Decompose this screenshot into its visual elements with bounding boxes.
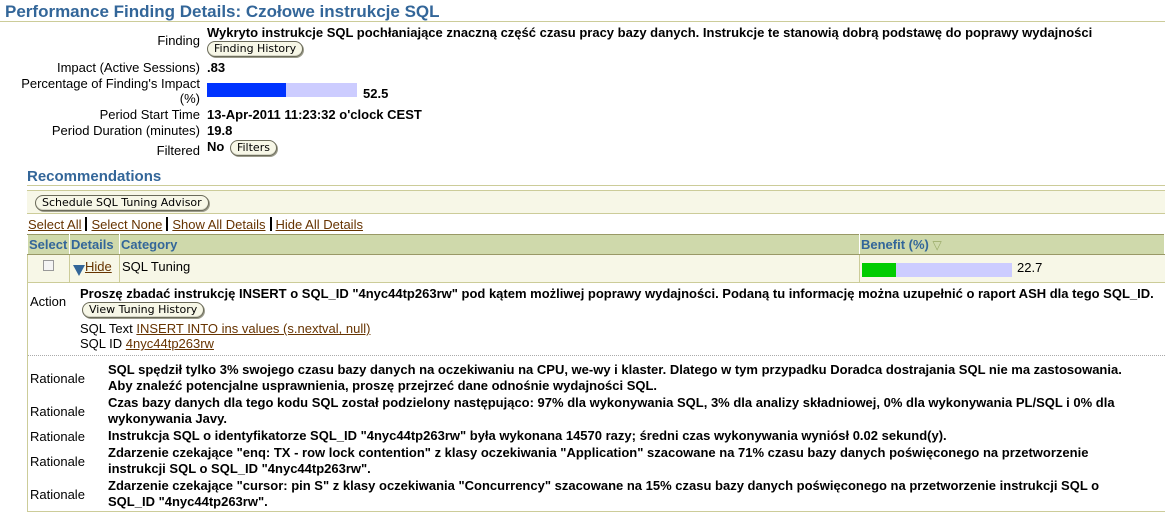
category-cell: SQL Tuning — [119, 254, 860, 282]
action-row: Action Proszę zbadać instrukcję INSERT o… — [28, 283, 1165, 352]
rationale-text: Czas bazy danych dla tego kodu SQL zosta… — [108, 395, 1115, 427]
rationale-row: Rationale Zdarzenie czekające "cursor: pi… — [28, 478, 1165, 510]
recommendations-section: Schedule SQL Tuning Advisor Select All Se… — [27, 190, 1165, 282]
page-title: Performance Finding Details: Czołowe ins… — [0, 0, 1165, 22]
start-time-label: Period Start Time — [99, 107, 200, 123]
sort-descending-icon[interactable]: ▽ — [933, 238, 942, 252]
action-label: Action — [30, 293, 67, 309]
table-header-row: Select Details Category Benefit (%) ▽ — [27, 233, 1165, 255]
impact-value: .83 — [207, 60, 226, 76]
rationale-text: Zdarzenie czekające "enq: TX - row lock … — [108, 445, 1089, 477]
rationale-label: Rationale — [30, 453, 85, 469]
finding-value: Wykryto instrukcje SQL pochłaniające zna… — [207, 25, 1093, 40]
rationale-row: Rationale SQL spędził tylko 3% swojego cz… — [28, 362, 1165, 394]
rationales-list: Rationale SQL spędził tylko 3% swojego cz… — [28, 362, 1165, 510]
filtered-value: No — [207, 139, 225, 155]
finding-row: Finding Wykryto instrukcje SQL pochłania… — [0, 25, 1165, 58]
rationale-row: Rationale Instrukcja SQL o identyfikatorz… — [28, 428, 1165, 444]
sql-id-link[interactable]: 4nyc44tp263rw — [126, 336, 214, 351]
rationale-label: Rationale — [30, 403, 85, 419]
rationale-text: SQL spędził tylko 3% swojego czasu bazy … — [108, 362, 1122, 394]
select-none-link[interactable]: Select None — [91, 217, 162, 232]
rationale-label: Rationale — [30, 370, 85, 386]
column-header-select: Select — [27, 233, 70, 255]
column-header-category[interactable]: Category — [119, 233, 860, 255]
rationale-row: Rationale Czas bazy danych dla tego kodu … — [28, 395, 1165, 427]
percentage-bar — [207, 82, 357, 97]
filters-button[interactable]: Filters — [229, 139, 277, 156]
recommendations-toolbar: Schedule SQL Tuning Advisor — [27, 190, 1165, 214]
percentage-bar-fill — [207, 82, 286, 97]
start-time-row: Period Start Time 13-Apr-2011 11:23:32 o… — [0, 107, 1165, 122]
hide-details-link[interactable]: Hide — [85, 259, 112, 274]
table-row: Hide SQL Tuning 22.7 — [27, 254, 1165, 282]
sql-text-label: SQL Text — [80, 321, 133, 337]
separator — [85, 216, 88, 231]
sql-text-link[interactable]: INSERT INTO ins values (s.nextval, null) — [136, 321, 370, 336]
percentage-label: Percentage of Finding's Impact (%) — [21, 76, 200, 107]
impact-row: Impact (Active Sessions) .83 — [0, 60, 1165, 75]
benefit-header-label: Benefit (%) — [861, 236, 929, 252]
finding-history-button[interactable]: Finding History — [207, 41, 304, 58]
rationale-text: Zdarzenie czekające "cursor: pin S" z kl… — [108, 478, 1100, 510]
schedule-sql-tuning-advisor-button[interactable]: Schedule SQL Tuning Advisor — [35, 194, 209, 211]
select-all-link[interactable]: Select All — [28, 217, 81, 232]
duration-value: 19.8 — [207, 123, 233, 139]
rationale-text: Instrukcja SQL o identyfikatorze SQL_ID … — [108, 428, 947, 444]
sql-id-label: SQL ID — [80, 336, 123, 352]
percentage-value: 52.5 — [363, 86, 389, 102]
divider — [28, 355, 1165, 357]
selection-links: Select All Select None Show All Details Hid… — [27, 214, 1165, 234]
show-all-details-link[interactable]: Show All Details — [172, 217, 265, 232]
filtered-label: Filtered — [156, 143, 200, 159]
column-header-benefit[interactable]: Benefit (%) ▽ — [859, 233, 1165, 255]
rationale-row: Rationale Zdarzenie czekające "enq: TX - … — [28, 445, 1165, 477]
rationale-label: Rationale — [30, 428, 85, 444]
finding-details: Finding Wykryto instrukcje SQL pochłania… — [0, 25, 1165, 158]
start-time-value: 13-Apr-2011 11:23:32 o'clock CEST — [207, 107, 422, 123]
separator — [269, 216, 272, 231]
view-tuning-history-button[interactable]: View Tuning History — [82, 302, 205, 319]
filtered-row: Filtered No Filters — [0, 139, 1165, 158]
recommendation-details: Action Proszę zbadać instrukcję INSERT o… — [27, 281, 1165, 512]
rationale-label: Rationale — [30, 486, 85, 502]
action-text: Proszę zbadać instrukcję INSERT o SQL_ID… — [80, 285, 1154, 301]
column-header-details: Details — [69, 233, 120, 255]
expand-collapse-icon[interactable] — [73, 264, 85, 276]
percentage-row: Percentage of Finding's Impact (%) 52.5 — [0, 76, 1165, 106]
benefit-bar-fill — [862, 262, 897, 277]
benefit-value: 22.7 — [1017, 259, 1043, 275]
duration-label: Period Duration (minutes) — [51, 123, 200, 139]
recommendations-table: Select Details Category Benefit (%) ▽ Hi… — [27, 233, 1165, 282]
benefit-bar — [862, 262, 1012, 277]
separator — [166, 216, 169, 231]
select-checkbox[interactable] — [43, 259, 54, 271]
impact-label: Impact (Active Sessions) — [56, 60, 200, 76]
hide-all-details-link[interactable]: Hide All Details — [276, 217, 363, 232]
finding-label: Finding — [157, 33, 200, 48]
recommendations-title: Recommendations — [27, 168, 1165, 187]
duration-row: Period Duration (minutes) 19.8 — [0, 123, 1165, 138]
